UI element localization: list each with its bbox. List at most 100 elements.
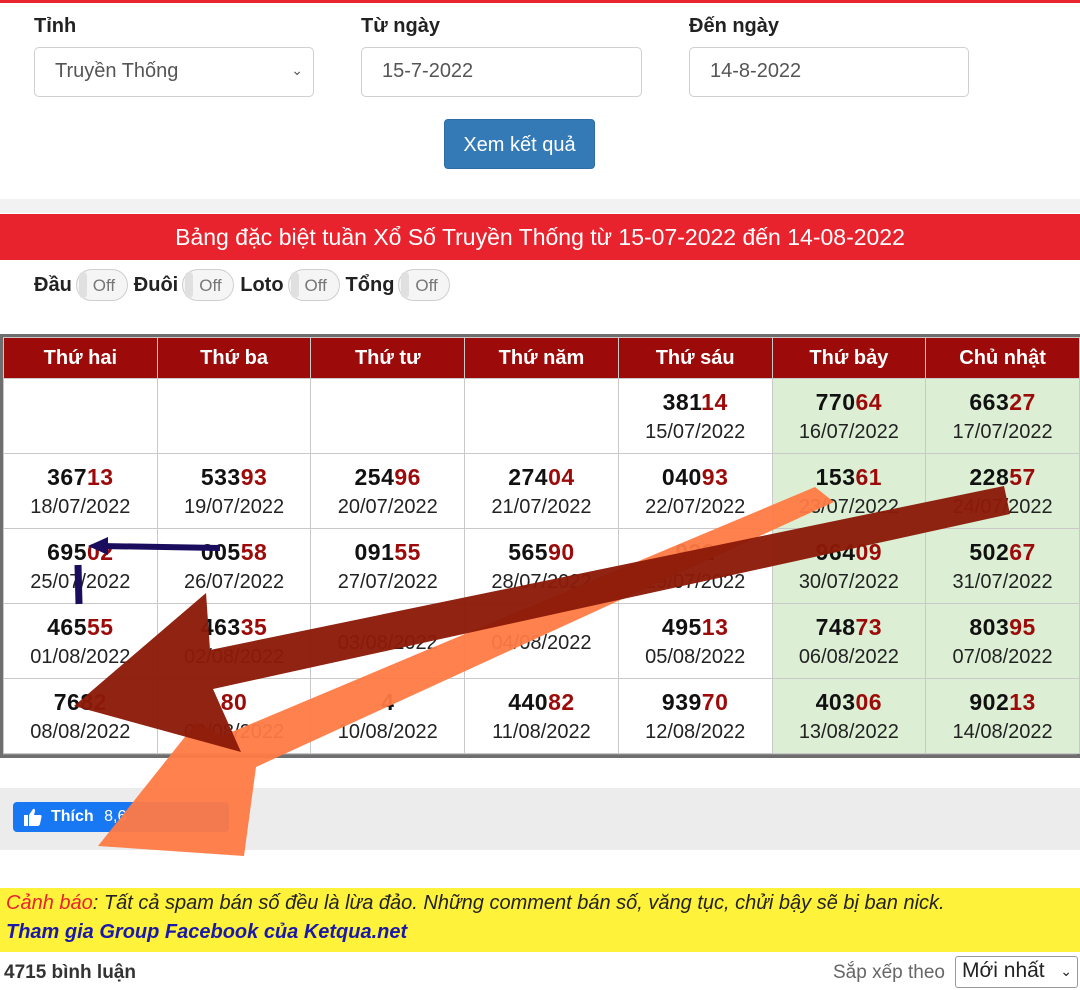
result-number-head: 502 bbox=[969, 538, 1010, 565]
column-header: Thứ năm bbox=[464, 337, 619, 379]
result-number-head: 663 bbox=[969, 388, 1010, 415]
result-number-tail: 82 bbox=[548, 688, 575, 715]
toggle-label: Tổng bbox=[345, 273, 395, 296]
result-cell: 66327 17/07/2022 bbox=[925, 378, 1080, 454]
result-number: 53393 bbox=[158, 464, 311, 491]
result-date: 14/08/2022 bbox=[952, 720, 1053, 743]
toggle-state: Off bbox=[304, 276, 327, 295]
result-number-head: 274 bbox=[508, 463, 549, 490]
from-date-label: Từ ngày bbox=[361, 15, 440, 37]
to-date-value: 14-8-2022 bbox=[710, 60, 802, 82]
result-number-head: 440 bbox=[508, 688, 549, 715]
result-date: 20/07/2022 bbox=[337, 495, 438, 518]
warning-text: Cảnh báo: Tất cả spam bán số đều là lừa … bbox=[6, 892, 1074, 915]
result-number: 90213 bbox=[926, 689, 1079, 716]
result-number-head: 005 bbox=[200, 538, 241, 565]
view-results-button[interactable]: Xem kết quả bbox=[444, 119, 595, 169]
result-number-tail: 70 bbox=[701, 688, 729, 715]
table-row: 38114 15/07/2022 77064 16/07/2022 66327 17/07… bbox=[3, 378, 1080, 454]
search-form: Tỉnh Truyền Thống ⌄ Từ ngày 15-7-2022 Đế… bbox=[0, 3, 1080, 199]
result-number-tail: 57 bbox=[1009, 463, 1036, 490]
column-header: Chủ nhật bbox=[925, 337, 1080, 379]
result-date: 08/08/2022 bbox=[30, 720, 131, 743]
result-number: 4 bbox=[311, 689, 464, 716]
result-number-head: 565 bbox=[508, 538, 549, 565]
to-date-input[interactable]: 14-8-2022 bbox=[689, 47, 969, 97]
result-number-head: 381 bbox=[662, 388, 702, 415]
result-date: 28/07/2022 bbox=[491, 570, 592, 593]
result-number-tail: 04 bbox=[548, 463, 575, 490]
result-number-tail: 02 bbox=[86, 538, 114, 565]
result-number: 25496 bbox=[311, 464, 464, 491]
toggle-switch[interactable]: Off bbox=[398, 269, 451, 301]
toggle-label: Đuôi bbox=[133, 273, 179, 296]
table-row: 7682 08/08/2022 80 09/08/2022 4 10/08/2022 440… bbox=[3, 678, 1080, 754]
toggle-knob bbox=[185, 272, 194, 298]
result-number: 80 bbox=[158, 689, 311, 716]
toggle-label: Loto bbox=[240, 273, 284, 296]
result-number-head: 403 bbox=[815, 688, 856, 715]
result-date: 18/07/2022 bbox=[30, 495, 131, 518]
result-cell: 74873 06/08/2022 bbox=[771, 603, 927, 679]
sort-select[interactable]: Mới nhất ⌄ bbox=[955, 956, 1078, 988]
result-number: 36713 bbox=[4, 464, 157, 491]
result-cell: 40306 13/08/2022 bbox=[771, 678, 927, 754]
result-cell: 922 29/07/2022 bbox=[617, 528, 773, 604]
result-cell: 09155 27/07/2022 bbox=[310, 528, 466, 604]
result-number-head: 153 bbox=[815, 463, 856, 490]
toggle-bar: Đầu Off Đuôi Off Loto Off Tổng Off bbox=[34, 268, 456, 302]
result-cell: 04093 22/07/2022 bbox=[617, 453, 773, 529]
result-number-tail: 73 bbox=[855, 613, 883, 640]
result-number: 93970 bbox=[619, 689, 772, 716]
result-cell: 27404 21/07/2022 bbox=[464, 453, 619, 529]
result-number: 49513 bbox=[619, 614, 772, 641]
toggle-switch[interactable]: Off bbox=[75, 269, 128, 301]
result-cell: 04/08/2022 bbox=[464, 603, 619, 679]
result-number-tail: 95 bbox=[1009, 613, 1036, 640]
result-date: 01/08/2022 bbox=[30, 645, 131, 668]
column-header: Thứ ba bbox=[156, 337, 312, 379]
result-cell: 90213 14/08/2022 bbox=[925, 678, 1080, 754]
result-cell: 96409 30/07/2022 bbox=[771, 528, 927, 604]
province-select[interactable]: Truyền Thống ⌄ bbox=[34, 47, 314, 97]
result-cell: 49513 05/08/2022 bbox=[617, 603, 773, 679]
result-date: 23/07/2022 bbox=[798, 495, 899, 518]
like-count: 8,6 bbox=[104, 808, 127, 825]
result-date: 25/07/2022 bbox=[30, 570, 131, 593]
result-number-tail: 67 bbox=[1009, 538, 1036, 565]
result-number-head: 040 bbox=[661, 463, 702, 490]
table-row: 69502 25/07/2022 00558 26/07/2022 09155 27/07… bbox=[3, 528, 1080, 604]
result-number: 15361 bbox=[773, 464, 926, 491]
result-number: 04093 bbox=[619, 464, 772, 491]
from-date-input[interactable]: 15-7-2022 bbox=[361, 47, 642, 97]
column-header: Thứ sáu bbox=[617, 337, 773, 379]
result-cell: 50267 31/07/2022 bbox=[925, 528, 1080, 604]
result-date: 10/08/2022 bbox=[337, 720, 438, 743]
result-cell: 44082 11/08/2022 bbox=[464, 678, 619, 754]
section-divider bbox=[0, 199, 1080, 213]
toggle-switch[interactable]: Off bbox=[182, 269, 235, 301]
result-number-tail: 06 bbox=[855, 688, 883, 715]
result-number-head: 4 bbox=[381, 688, 395, 715]
result-number-head: 964 bbox=[815, 538, 856, 565]
facebook-group-link[interactable]: Tham gia Group Facebook của Ketqua.net bbox=[6, 921, 1074, 944]
result-date: 06/08/2022 bbox=[798, 645, 899, 668]
result-number-head: 748 bbox=[815, 613, 856, 640]
result-number-tail: 55 bbox=[394, 538, 421, 565]
facebook-like-button[interactable]: Thích 8,6 bbox=[13, 802, 229, 832]
result-number-tail: 2 bbox=[93, 688, 107, 715]
result-date: 16/07/2022 bbox=[798, 420, 899, 443]
result-cell: 46335 02/08/2022 bbox=[156, 603, 312, 679]
result-number-tail: 14 bbox=[701, 388, 728, 415]
toggle-state: Off bbox=[92, 276, 116, 295]
result-cell: 46555 01/08/2022 bbox=[3, 603, 158, 679]
province-label: Tỉnh bbox=[34, 15, 77, 37]
result-number-head: 228 bbox=[969, 463, 1010, 490]
result-number: 38114 bbox=[619, 389, 772, 416]
sort-select-value: Mới nhất bbox=[962, 959, 1045, 982]
result-cell bbox=[3, 378, 158, 454]
toggle-switch[interactable]: Off bbox=[287, 269, 340, 301]
province-select-value: Truyền Thống bbox=[55, 60, 179, 82]
result-cell: 93970 12/08/2022 bbox=[617, 678, 773, 754]
table-row: 46555 01/08/2022 46335 02/08/2022 03/08/2022… bbox=[3, 603, 1080, 679]
